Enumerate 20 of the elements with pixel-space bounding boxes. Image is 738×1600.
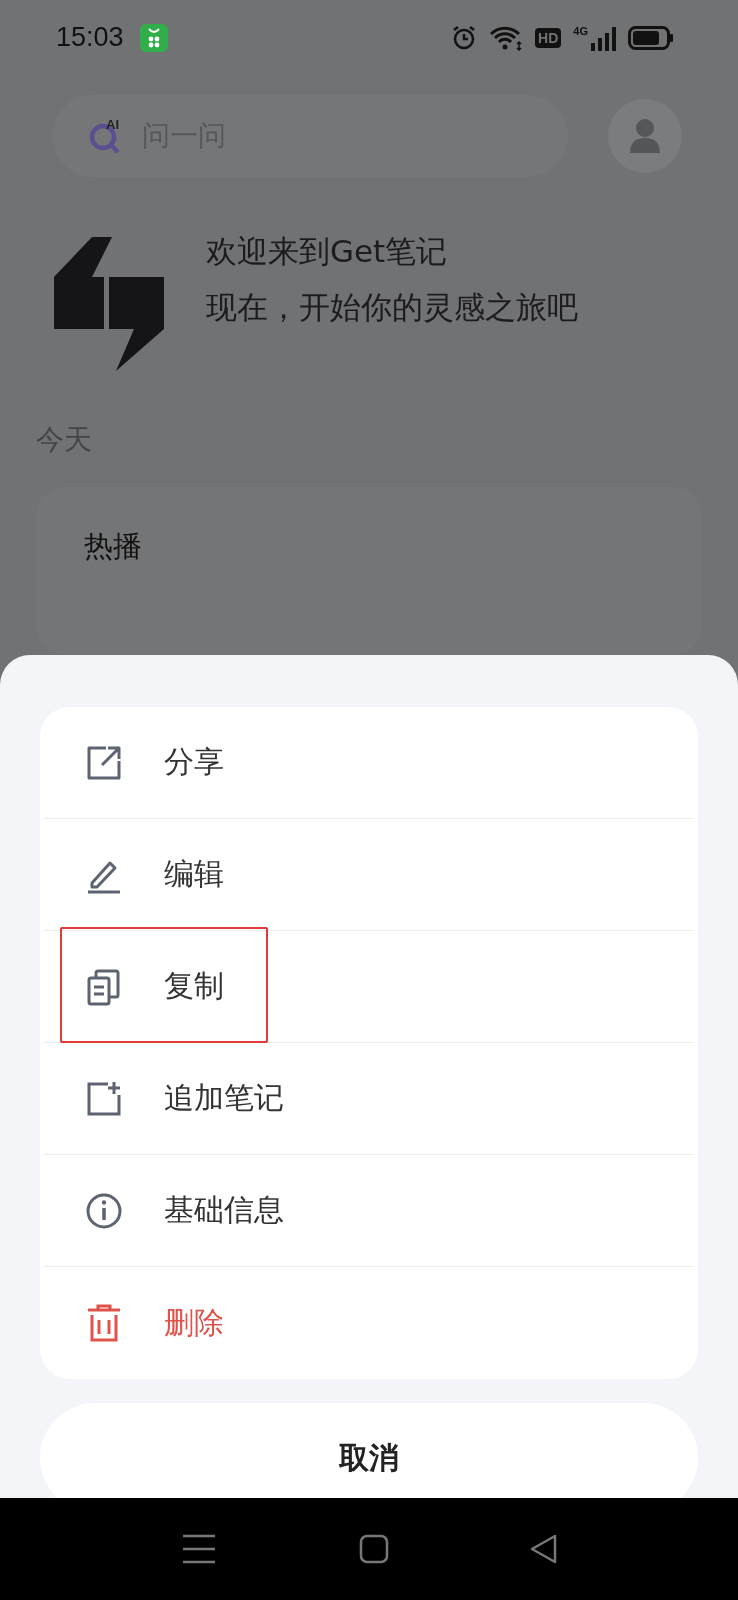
menu-item[interactable]: 删除 <box>44 1267 694 1379</box>
menu-item[interactable]: 复制 <box>44 931 694 1043</box>
menu-item[interactable]: 基础信息 <box>44 1155 694 1267</box>
menu-item[interactable]: 编辑 <box>44 819 694 931</box>
home-icon[interactable] <box>359 1534 389 1564</box>
welcome-text: 欢迎来到Get笔记 现在，开始你的灵感之旅吧 <box>206 232 579 327</box>
clock: 15:03 <box>56 22 124 53</box>
network-type: 4G <box>573 24 588 37</box>
card-title: 热播 <box>84 529 142 563</box>
app-notification-icon <box>139 23 168 52</box>
wifi-icon <box>489 24 524 51</box>
menu-item[interactable]: 分享 <box>44 707 694 819</box>
signal-icon <box>590 24 616 51</box>
menu-item[interactable]: 追加笔记 <box>44 1043 694 1155</box>
back-icon[interactable] <box>529 1534 559 1564</box>
hd-indicator: HD <box>535 27 562 48</box>
battery-icon <box>628 25 674 50</box>
cancel-button[interactable]: 取消 <box>40 1403 698 1498</box>
avatar-icon <box>628 117 662 155</box>
logo-icon <box>54 237 166 371</box>
